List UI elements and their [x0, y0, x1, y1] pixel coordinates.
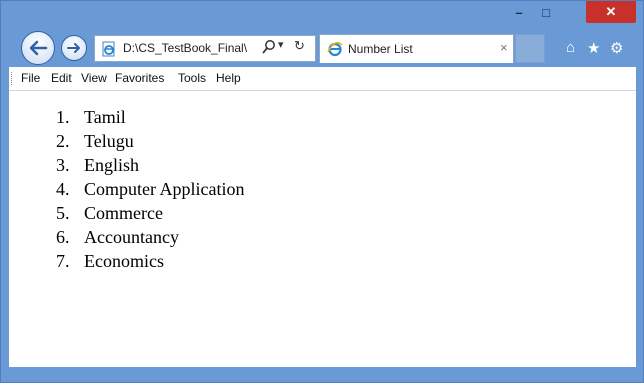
back-button[interactable] — [21, 31, 55, 65]
list-item-text: Tamil — [84, 107, 126, 127]
navigation-bar: D:\CS_TestBook_Final\ ▾ ↻ Number List × … — [1, 29, 643, 67]
list-item-number: 7. — [56, 251, 70, 271]
menu-tools[interactable]: Tools — [178, 71, 206, 85]
forward-button[interactable] — [61, 35, 87, 61]
list-item-text: English — [84, 155, 140, 175]
favorites-icon[interactable]: ★ — [587, 39, 600, 57]
forward-arrow-icon — [67, 43, 80, 53]
tools-icon[interactable]: ⚙ — [610, 39, 623, 57]
search-icon[interactable] — [262, 39, 276, 58]
back-arrow-icon — [29, 40, 48, 56]
address-dropdown-icon[interactable]: ▾ — [278, 38, 284, 51]
tab-close-icon[interactable]: × — [500, 40, 508, 55]
menu-file[interactable]: File — [21, 71, 40, 85]
page-icon — [102, 41, 115, 57]
page-content: 1. Tamil 2. Telugu 3. English 4. Compute… — [9, 91, 636, 367]
menu-edit[interactable]: Edit — [51, 71, 72, 85]
list-item-text: Accountancy — [84, 227, 179, 247]
menu-grip — [11, 72, 15, 85]
list-item-number: 3. — [56, 155, 70, 175]
list-item-text: Computer Application — [84, 179, 245, 199]
tab-title: Number List — [348, 42, 413, 56]
tab-number-list[interactable]: Number List × — [319, 34, 514, 63]
refresh-icon[interactable]: ↻ — [294, 38, 305, 54]
list-item-number: 1. — [56, 107, 70, 127]
ie-logo-icon — [327, 41, 343, 57]
list-item-number: 4. — [56, 179, 70, 199]
list-item-number: 2. — [56, 131, 70, 151]
minimize-button[interactable]: – — [506, 1, 532, 23]
close-button[interactable]: ✕ — [586, 1, 636, 23]
menu-help[interactable]: Help — [216, 71, 241, 85]
menu-view[interactable]: View — [81, 71, 107, 85]
list-item-text: Telugu — [84, 131, 134, 151]
new-tab-button[interactable] — [515, 34, 545, 63]
home-icon[interactable]: ⌂ — [566, 39, 575, 56]
title-bar: – □ ✕ — [1, 1, 643, 29]
list-item-number: 6. — [56, 227, 70, 247]
menu-bar: File Edit View Favorites Tools Help — [9, 67, 636, 91]
menu-favorites[interactable]: Favorites — [115, 71, 164, 85]
address-bar[interactable]: D:\CS_TestBook_Final\ ▾ ↻ — [94, 35, 316, 62]
list-item-text: Economics — [84, 251, 164, 271]
maximize-button[interactable]: □ — [532, 1, 560, 23]
list-item-number: 5. — [56, 203, 70, 223]
browser-window: – □ ✕ D:\CS_TestBook_Final\ ▾ ↻ Number L… — [0, 0, 644, 383]
address-text[interactable]: D:\CS_TestBook_Final\ — [123, 41, 255, 55]
list-item-text: Commerce — [84, 203, 163, 223]
